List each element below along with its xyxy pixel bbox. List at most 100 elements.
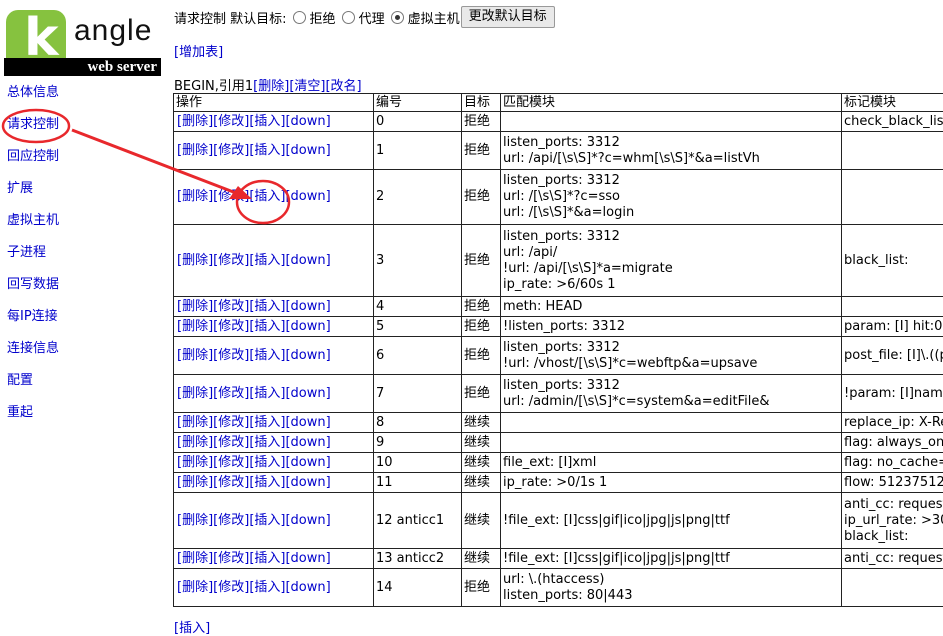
row-insert-link[interactable]: [插入]: [249, 319, 285, 334]
row-ops-cell: [删除][修改][插入][down]: [174, 297, 374, 317]
insert-rule-bottom-link[interactable]: [插入]: [174, 617, 210, 636]
row-down-link[interactable]: [down]: [285, 475, 330, 490]
row-down-link[interactable]: [down]: [285, 299, 330, 314]
row-insert-link[interactable]: [插入]: [249, 253, 285, 268]
row-insert-link[interactable]: [插入]: [249, 143, 285, 158]
row-modify-link[interactable]: [修改]: [213, 114, 249, 129]
row-modify-link[interactable]: [修改]: [213, 253, 249, 268]
sidebar-item[interactable]: 连接信息: [7, 340, 59, 372]
row-insert-link[interactable]: [插入]: [249, 551, 285, 566]
row-modify-link[interactable]: [修改]: [213, 299, 249, 314]
row-down-link[interactable]: [down]: [285, 455, 330, 470]
table-clear-link[interactable]: [清空]: [289, 79, 325, 94]
row-modify-link[interactable]: [修改]: [213, 415, 249, 430]
row-insert-link[interactable]: [插入]: [249, 455, 285, 470]
row-mark-modules: !param: [I]name: [842, 375, 943, 413]
row-mark-modules: anti_cc: requestip_url_rate: >30black_li…: [842, 493, 943, 549]
row-mark-modules: [842, 132, 943, 170]
sidebar-item[interactable]: 虚拟主机: [7, 212, 59, 244]
row-insert-link[interactable]: [插入]: [249, 513, 285, 528]
row-delete-link[interactable]: [删除]: [177, 455, 213, 470]
sidebar-item[interactable]: 配置: [7, 372, 59, 404]
row-modify-link[interactable]: [修改]: [213, 551, 249, 566]
row-modify-link[interactable]: [修改]: [213, 348, 249, 363]
radio-deny[interactable]: [293, 11, 306, 24]
sidebar-item[interactable]: 每IP连接: [7, 308, 59, 340]
row-delete-link[interactable]: [删除]: [177, 143, 213, 158]
table-rename-link[interactable]: [改名]: [325, 79, 361, 94]
kangle-logo: k angle web server: [4, 8, 161, 76]
row-modify-link[interactable]: [修改]: [213, 435, 249, 450]
row-down-link[interactable]: [down]: [285, 253, 330, 268]
row-target: 拒绝: [462, 112, 501, 132]
sidebar-item[interactable]: 重起: [7, 404, 59, 436]
radio-vhost[interactable]: [391, 11, 404, 24]
table-name: BEGIN,引用1: [174, 79, 253, 94]
sidebar-item[interactable]: 总体信息: [7, 84, 59, 116]
table-delete-link[interactable]: [删除]: [253, 79, 289, 94]
mark-line: ip_url_rate: >30: [844, 513, 943, 529]
row-down-link[interactable]: [down]: [285, 435, 330, 450]
row-delete-link[interactable]: [删除]: [177, 551, 213, 566]
row-down-link[interactable]: [down]: [285, 114, 330, 129]
row-insert-link[interactable]: [插入]: [249, 114, 285, 129]
row-down-link[interactable]: [down]: [285, 319, 330, 334]
row-delete-link[interactable]: [删除]: [177, 475, 213, 490]
row-modify-link[interactable]: [修改]: [213, 513, 249, 528]
row-down-link[interactable]: [down]: [285, 189, 330, 204]
row-target: 拒绝: [462, 337, 501, 375]
row-delete-link[interactable]: [删除]: [177, 253, 213, 268]
mark-line: replace_ip: X-Re: [844, 415, 943, 431]
row-delete-link[interactable]: [删除]: [177, 435, 213, 450]
change-default-target-button[interactable]: 更改默认目标: [461, 6, 555, 28]
sidebar-item[interactable]: 请求控制: [7, 116, 59, 148]
row-modify-link[interactable]: [修改]: [213, 386, 249, 401]
row-modify-link[interactable]: [修改]: [213, 475, 249, 490]
row-insert-link[interactable]: [插入]: [249, 299, 285, 314]
table-row: [删除][修改][插入][down]0拒绝check_black_list: [174, 112, 943, 132]
row-insert-link[interactable]: [插入]: [249, 415, 285, 430]
row-delete-link[interactable]: [删除]: [177, 513, 213, 528]
row-delete-link[interactable]: [删除]: [177, 580, 213, 595]
row-modify-link[interactable]: [修改]: [213, 319, 249, 334]
row-modify-link[interactable]: [修改]: [213, 189, 249, 204]
row-insert-link[interactable]: [插入]: [249, 580, 285, 595]
row-down-link[interactable]: [down]: [285, 143, 330, 158]
row-delete-link[interactable]: [删除]: [177, 114, 213, 129]
row-down-link[interactable]: [down]: [285, 580, 330, 595]
row-down-link[interactable]: [down]: [285, 415, 330, 430]
row-target: 继续: [462, 433, 501, 453]
row-match-modules: !file_ext: [I]css|gif|ico|jpg|js|png|ttf: [501, 549, 842, 569]
row-insert-link[interactable]: [插入]: [249, 348, 285, 363]
row-modify-link[interactable]: [修改]: [213, 455, 249, 470]
row-delete-link[interactable]: [删除]: [177, 189, 213, 204]
row-delete-link[interactable]: [删除]: [177, 386, 213, 401]
sidebar-item[interactable]: 回应控制: [7, 148, 59, 180]
row-target: 拒绝: [462, 225, 501, 297]
mark-line: black_list:: [844, 529, 943, 545]
add-table-link[interactable]: [增加表]: [174, 41, 223, 60]
row-ops-cell: [删除][修改][插入][down]: [174, 453, 374, 473]
row-target: 继续: [462, 473, 501, 493]
radio-proxy[interactable]: [342, 11, 355, 24]
row-down-link[interactable]: [down]: [285, 348, 330, 363]
row-number: 9: [374, 433, 462, 453]
row-modify-link[interactable]: [修改]: [213, 143, 249, 158]
row-insert-link[interactable]: [插入]: [249, 435, 285, 450]
row-down-link[interactable]: [down]: [285, 386, 330, 401]
row-match-modules: listen_ports: 3312url: /api/!url: /api/[…: [501, 225, 842, 297]
row-delete-link[interactable]: [删除]: [177, 299, 213, 314]
sidebar-item[interactable]: 扩展: [7, 180, 59, 212]
row-insert-link[interactable]: [插入]: [249, 386, 285, 401]
row-delete-link[interactable]: [删除]: [177, 319, 213, 334]
row-down-link[interactable]: [down]: [285, 551, 330, 566]
row-delete-link[interactable]: [删除]: [177, 415, 213, 430]
sidebar-item[interactable]: 子进程: [7, 244, 59, 276]
row-delete-link[interactable]: [删除]: [177, 348, 213, 363]
row-ops-cell: [删除][修改][插入][down]: [174, 317, 374, 337]
row-down-link[interactable]: [down]: [285, 513, 330, 528]
row-modify-link[interactable]: [修改]: [213, 580, 249, 595]
sidebar-item[interactable]: 回写数据: [7, 276, 59, 308]
row-insert-link[interactable]: [插入]: [249, 475, 285, 490]
row-insert-link[interactable]: [插入]: [249, 189, 285, 204]
